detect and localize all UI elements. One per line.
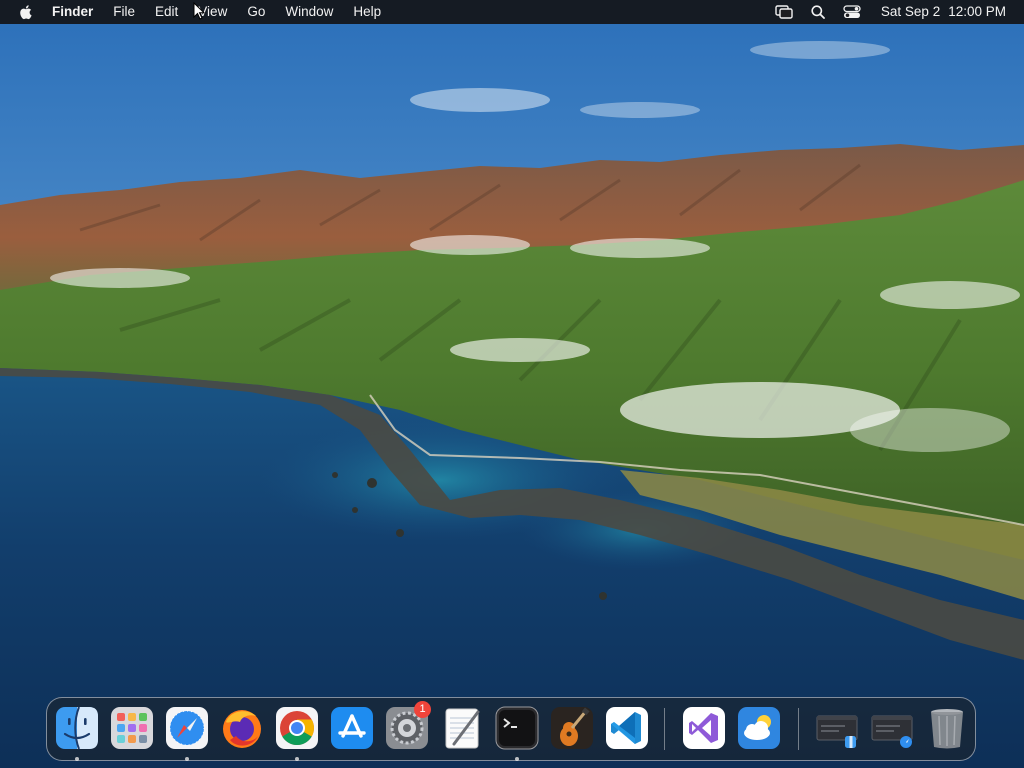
desktop-wallpaper	[0, 0, 1024, 768]
menu-file[interactable]: File	[103, 0, 145, 24]
dock-app-weather[interactable]	[737, 706, 781, 750]
dock-recent-window-1[interactable]	[815, 706, 859, 750]
textedit-icon	[445, 708, 480, 749]
menu-bar-date[interactable]: Sat Sep 2	[869, 0, 944, 24]
dock-app-finder[interactable]	[55, 706, 99, 761]
safari-icon	[166, 707, 208, 749]
apple-menu[interactable]	[0, 0, 42, 24]
running-indicator	[295, 757, 299, 761]
visual-studio-icon	[683, 707, 725, 749]
spotlight-search-icon[interactable]	[801, 0, 835, 24]
apple-logo-icon	[20, 5, 32, 20]
menu-app-name[interactable]: Finder	[42, 0, 103, 24]
recent-window-icon	[871, 715, 913, 748]
dock-app-textedit[interactable]	[440, 706, 484, 750]
terminal-icon	[495, 706, 539, 750]
garageband-icon	[551, 707, 593, 749]
menu-help[interactable]: Help	[343, 0, 391, 24]
trash-icon	[931, 709, 963, 749]
running-indicator	[75, 757, 79, 761]
screen-mirroring-icon[interactable]	[767, 0, 801, 24]
dock-app-system-preferences[interactable]: 1	[385, 701, 431, 750]
menu-edit[interactable]: Edit	[145, 0, 188, 24]
dock-separator	[798, 708, 799, 750]
firefox-icon	[223, 710, 261, 748]
recent-window-icon	[816, 715, 858, 748]
menu-go[interactable]: Go	[237, 0, 275, 24]
notification-badge: 1	[414, 701, 431, 718]
mouse-pointer-icon	[193, 2, 205, 20]
dock-app-visual-studio[interactable]	[682, 706, 726, 750]
running-indicator	[515, 757, 519, 761]
menu-bar-clock[interactable]: 12:00 PM	[944, 0, 1014, 24]
running-indicator	[185, 757, 189, 761]
finder-icon	[56, 706, 98, 750]
dock-app-garageband[interactable]	[550, 706, 594, 750]
menu-bar: Finder File Edit View Go Window Help Sat…	[0, 0, 1024, 24]
menu-window[interactable]: Window	[275, 0, 343, 24]
dock-app-terminal[interactable]	[495, 706, 539, 761]
launchpad-icon	[111, 707, 153, 749]
dock-app-launchpad[interactable]	[110, 706, 154, 750]
vscode-icon	[606, 707, 648, 749]
chrome-icon	[276, 707, 318, 749]
dock-app-trash[interactable]	[925, 706, 969, 750]
dock-app-vscode[interactable]	[605, 706, 649, 750]
dock-app-chrome[interactable]	[275, 706, 319, 761]
dock-app-app-store[interactable]	[330, 706, 374, 750]
control-center-icon[interactable]	[835, 0, 869, 24]
desktop[interactable]: Finder File Edit View Go Window Help Sat…	[0, 0, 1024, 768]
menu-bar-status-area: Sat Sep 2 12:00 PM	[767, 0, 1024, 24]
dock-app-firefox[interactable]	[220, 706, 264, 750]
dock: 1	[46, 697, 976, 761]
app-store-icon	[331, 707, 373, 749]
dock-app-safari[interactable]	[165, 706, 209, 761]
weather-icon	[738, 707, 780, 749]
dock-separator	[664, 708, 665, 750]
dock-recent-window-2[interactable]	[870, 706, 914, 750]
